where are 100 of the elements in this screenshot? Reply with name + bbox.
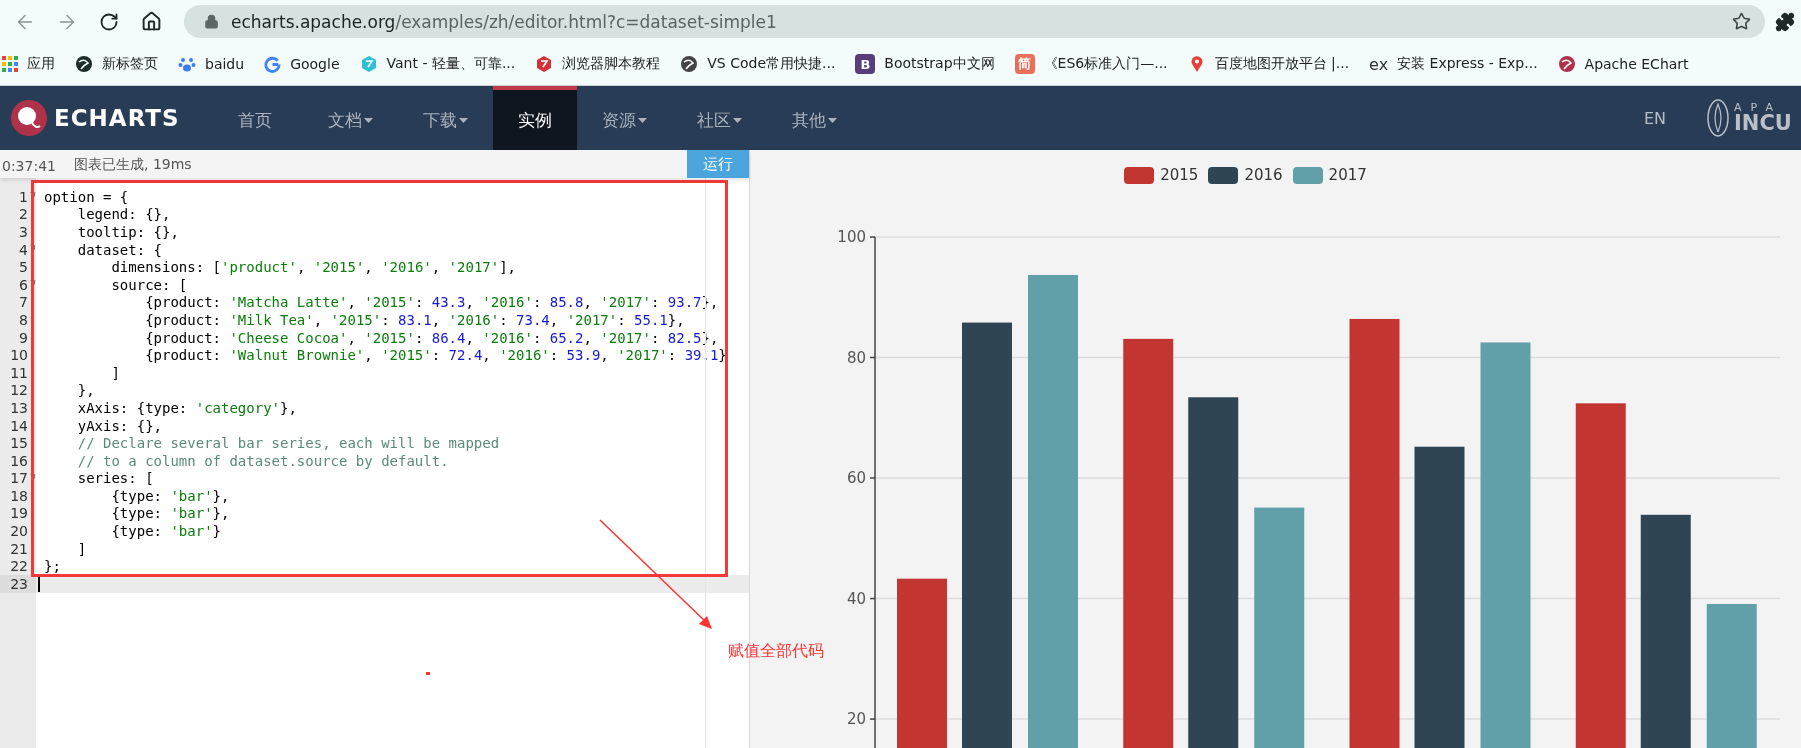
axis-label: 60 <box>846 469 866 488</box>
nav-link[interactable]: 文档 <box>302 86 398 150</box>
line-number: 21 <box>10 540 28 557</box>
home-icon <box>140 11 162 32</box>
line-number: 7 <box>19 294 28 311</box>
bookmark-link[interactable]: 百度地图开放平台 |... <box>1187 55 1350 73</box>
line-number: 5 <box>19 259 28 276</box>
code-line: {type: 'bar'}, <box>110 487 230 504</box>
legend-label[interactable]: 2016 <box>1244 166 1283 184</box>
line-number: 18 <box>10 487 28 504</box>
nav-link[interactable]: 实例 <box>492 86 577 150</box>
line-number: 20 <box>10 523 28 540</box>
code-line: {product: 'Milk Tea', '2015': 83.1, '2016': 73.4, '2017': 55.1}, <box>144 311 685 328</box>
axis-label: 40 <box>846 589 866 608</box>
code-line: // to a column of dataset.source by default. <box>76 452 449 469</box>
address-bar[interactable]: echarts.apache.org/examples/zh/editor.html?c=dataset-simple1 <box>184 5 1765 38</box>
code-line: dimensions: ['product', '2015', '2016', '2017'], <box>110 259 517 276</box>
bookmark-link[interactable]: baidu <box>178 55 245 73</box>
bookmark-icon: B <box>855 54 876 74</box>
nav-link[interactable]: 社区 <box>671 86 767 150</box>
globe-icon <box>75 55 93 73</box>
code-line: ] <box>110 364 120 381</box>
line-number: 19 <box>10 505 28 522</box>
logo-text: ECHARTS <box>54 105 180 131</box>
status-text: 图表已生成, 19ms <box>73 156 192 174</box>
code-line: {type: 'bar'}, <box>110 505 230 522</box>
axis-label: 20 <box>846 710 866 729</box>
star-icon[interactable] <box>1732 12 1751 31</box>
url-text: echarts.apache.org/examples/zh/editor.html?c=dataset-simple1 <box>231 11 778 32</box>
code-line: tooltip: {}, <box>76 224 179 240</box>
nav-link[interactable]: 其他 <box>766 86 862 150</box>
line-number: 22 <box>10 558 28 575</box>
line-number: 12 <box>10 382 28 399</box>
legend-swatch[interactable] <box>1208 166 1239 184</box>
globe-icon <box>1557 55 1576 73</box>
line-number: 2 <box>19 206 28 223</box>
leaf-icon <box>1706 98 1730 138</box>
lock-icon <box>204 14 219 29</box>
code-line: yAxis: {}, <box>76 417 162 434</box>
code-line: xAxis: {type: 'category'}, <box>76 399 297 416</box>
code-line: ] <box>76 540 87 557</box>
code-line: dataset: { <box>76 241 162 258</box>
axis-label: 100 <box>837 228 866 246</box>
bookmark-link[interactable]: 新标签页 <box>75 55 158 73</box>
code-line: {product: 'Walnut Brownie', '2015': 72.4, '2016': 53.9, '2017': 39.1} <box>144 347 727 364</box>
bookmark-link[interactable]: Google <box>264 55 340 73</box>
line-number: 10 <box>10 347 28 364</box>
bookmark-link[interactable]: B Bootstrap中文网 <box>855 54 995 74</box>
line-number: 8 <box>19 311 28 328</box>
line-number: 16 <box>10 452 28 469</box>
code-line: {type: 'bar'} <box>110 523 222 540</box>
bookmark-icon: 简 <box>1014 54 1035 74</box>
reload-icon <box>99 11 119 32</box>
bookmark-link[interactable]: Apache EChart <box>1557 55 1689 73</box>
annotation-text: 赋值全部代码 <box>728 641 824 662</box>
nav-link[interactable]: 首页 <box>207 86 303 150</box>
code-line: }, <box>76 382 95 399</box>
line-number: 11 <box>10 364 28 381</box>
code-line: series: [ <box>76 470 154 487</box>
extensions-icon[interactable] <box>1775 11 1795 32</box>
apps-grid-icon <box>2 56 18 72</box>
line-number: 15 <box>10 435 28 452</box>
axis-label: 80 <box>846 348 866 367</box>
language-link[interactable]: EN <box>1643 86 1706 150</box>
timestamp: 0:37:41 <box>1 158 56 176</box>
line-number: 6 <box>19 276 28 293</box>
code-line: legend: {}, <box>76 206 171 223</box>
code-line: // Declare several bar series, each will be mapped <box>76 435 500 452</box>
line-number: 13 <box>10 399 28 416</box>
nav-link[interactable]: 资源 <box>576 86 672 150</box>
hexagon-icon <box>535 55 554 73</box>
line-number: 3 <box>19 224 28 240</box>
bookmark-link[interactable]: 浏览器脚本教程 <box>535 55 661 73</box>
logo-icon <box>10 99 48 137</box>
code-line: source: [ <box>110 276 188 293</box>
bookmark-link[interactable]: 应用 <box>2 55 55 73</box>
globe-icon <box>680 55 699 73</box>
incubator-text: INCU <box>1734 113 1792 134</box>
line-number: 23 <box>10 575 28 592</box>
line-number: 17 <box>10 470 28 487</box>
bookmark-link[interactable]: 简 《ES6标准入门—... <box>1014 54 1168 74</box>
dot-mark <box>426 672 430 675</box>
line-number: 4 <box>19 241 28 258</box>
line-number: 14 <box>10 417 28 434</box>
code-line: option = { <box>43 188 129 205</box>
hexagon-icon <box>359 55 378 73</box>
nav-link[interactable]: 下载 <box>397 86 493 150</box>
legend-swatch[interactable] <box>1292 166 1323 184</box>
bookmark-link[interactable]: VS Code常用快捷... <box>680 55 836 73</box>
legend-label[interactable]: 2015 <box>1160 166 1199 184</box>
line-number: 1 <box>19 188 28 205</box>
text-cursor <box>38 575 40 592</box>
legend-label[interactable]: 2017 <box>1328 166 1367 184</box>
bookmark-icon: ex <box>1369 54 1389 74</box>
bookmark-link[interactable]: ex 安装 Express - Exp... <box>1369 54 1538 74</box>
incubator-text: APA <box>1734 102 1783 113</box>
line-number: 9 <box>19 329 28 346</box>
bookmark-link[interactable]: Vant - 轻量、可靠... <box>359 55 516 73</box>
legend-swatch[interactable] <box>1124 166 1155 184</box>
code-line: }; <box>43 558 61 575</box>
